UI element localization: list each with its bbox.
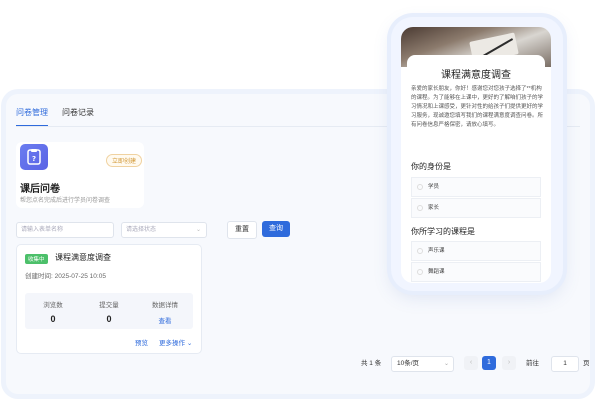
survey-card-title: 课后问卷	[20, 184, 60, 195]
page-size-select[interactable]: 10条/页 ⌄	[391, 356, 454, 372]
reset-button[interactable]: 重置	[227, 221, 257, 239]
goto-label: 前往	[526, 360, 539, 367]
survey-name: 课程满意度调查	[55, 253, 111, 262]
page-1-button[interactable]: 1	[482, 356, 496, 370]
status-badge: 收集中	[25, 254, 48, 264]
svg-text:?: ?	[32, 155, 36, 163]
survey-intro-text: 亲爱的家长朋友，你好！感谢您对您孩子选择了**机构的课程。为了能够在上课中，更好…	[411, 86, 544, 128]
chevron-down-icon: ⌄	[186, 340, 193, 347]
option-parent-label: 家长	[428, 205, 440, 211]
form-name-input[interactable]: 请输入表单名称	[16, 222, 114, 238]
stat-views-value: 0	[50, 314, 56, 324]
radio-icon	[417, 204, 423, 211]
total-count: 共 1 条	[361, 360, 382, 367]
stat-views-label: 浏览数	[43, 302, 63, 309]
stats-box: 浏览数 0 提交量 0 数据详情 查看	[25, 293, 193, 329]
mobile-screen: 课程满意度调查 亲爱的家长朋友，你好！感谢您对您孩子选择了**机构的课程。为了能…	[401, 27, 551, 283]
goto-page-input[interactable]: 1	[551, 356, 579, 372]
radio-icon	[417, 268, 423, 275]
radio-icon	[417, 183, 423, 190]
option-parent[interactable]: 家长	[411, 198, 541, 218]
option-student-label: 学员	[428, 184, 440, 190]
create-now-badge[interactable]: 立即创建	[106, 154, 143, 167]
stat-details: 数据详情 查看	[137, 299, 193, 325]
chevron-down-icon: ⌄	[195, 227, 201, 233]
page-size-value: 10条/页	[397, 360, 420, 367]
option-student[interactable]: 学员	[411, 177, 541, 197]
tab-survey-management[interactable]: 问卷管理	[16, 106, 48, 126]
option-dance[interactable]: 舞蹈课	[411, 262, 541, 282]
stat-views: 浏览数 0	[25, 299, 81, 324]
next-page-button[interactable]: ›	[502, 356, 516, 370]
stat-submissions: 提交量 0	[81, 299, 137, 324]
stat-submissions-label: 提交量	[99, 302, 119, 309]
survey-template-card[interactable]: ? 立即创建 课后问卷 帮您点名完成后进行学员问卷调查	[16, 142, 144, 208]
survey-card-desc: 帮您点名完成后进行学员问卷调查	[20, 198, 111, 204]
mobile-preview: 课程满意度调查 亲爱的家长朋友，你好！感谢您对您孩子选择了**机构的课程。为了能…	[391, 17, 563, 291]
question-1-title: 你的身份是	[411, 162, 451, 171]
query-button[interactable]: 查询	[262, 221, 290, 237]
created-time: 创建时间: 2025-07-25 10:05	[25, 273, 106, 280]
questionnaire-icon: ?	[20, 144, 48, 170]
radio-icon	[417, 247, 423, 254]
tab-survey-records[interactable]: 问卷记录	[62, 106, 94, 120]
stat-details-label: 数据详情	[152, 302, 178, 309]
status-select-placeholder: 请选择状态	[126, 227, 157, 233]
view-details-link[interactable]: 查看	[137, 315, 193, 325]
option-vocal-label: 声乐课	[428, 248, 445, 254]
status-select[interactable]: 请选择状态 ⌄	[121, 222, 207, 238]
option-vocal[interactable]: 声乐课	[411, 241, 541, 261]
question-2-title: 你所学习的课程是	[411, 227, 475, 236]
preview-link[interactable]: 预览	[135, 337, 148, 347]
chevron-down-icon: ⌄	[443, 361, 449, 367]
more-actions-label: 更多操作	[159, 340, 185, 347]
survey-result-card: 收集中 课程满意度调查 创建时间: 2025-07-25 10:05 浏览数 0…	[16, 244, 202, 354]
page-unit-label: 页	[583, 360, 590, 367]
prev-page-button[interactable]: ‹	[464, 356, 478, 370]
stat-submissions-value: 0	[106, 314, 112, 324]
option-dance-label: 舞蹈课	[428, 269, 445, 275]
survey-preview-title: 课程满意度调查	[441, 70, 511, 81]
more-actions-link[interactable]: 更多操作 ⌄	[159, 337, 192, 347]
